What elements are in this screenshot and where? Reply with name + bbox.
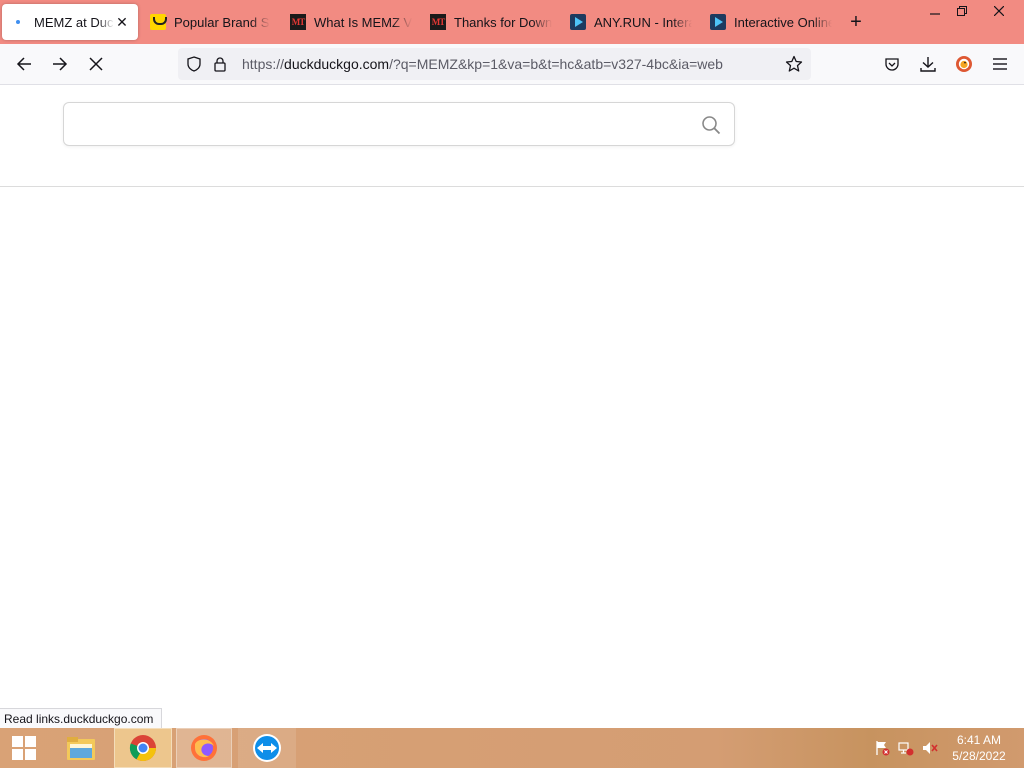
- tab-memz-duckduckgo[interactable]: MEMZ at DuckDuckGo ✕: [2, 4, 138, 40]
- taskbar-clock[interactable]: 6:41 AM 5/28/2022: [944, 732, 1014, 764]
- url-scheme: https://: [242, 56, 285, 72]
- teamviewer-icon: [253, 734, 281, 762]
- anyrun-favicon-icon: [570, 14, 586, 30]
- downloads-button[interactable]: [914, 50, 942, 78]
- forward-arrow-icon: [53, 57, 68, 71]
- tray-volume[interactable]: [920, 728, 940, 768]
- bookmark-star-icon[interactable]: [785, 55, 803, 73]
- tray-network[interactable]: [896, 728, 916, 768]
- pocket-button[interactable]: [878, 50, 906, 78]
- start-button[interactable]: [0, 728, 48, 768]
- url-path: /?q=MEMZ&kp=1&va=b&t=hc&atb=v327-4bc&ia=…: [389, 56, 723, 72]
- restore-button[interactable]: [945, 0, 979, 22]
- taskbar-chrome[interactable]: [114, 728, 172, 768]
- header-divider: [0, 186, 1024, 187]
- taskbar-firefox[interactable]: [176, 728, 232, 768]
- status-bar: Read links.duckduckgo.com: [0, 708, 163, 728]
- search-input[interactable]: [76, 111, 676, 139]
- taskbar-teamviewer[interactable]: [238, 728, 296, 768]
- search-icon: [702, 116, 721, 135]
- lock-icon[interactable]: [212, 56, 228, 72]
- loading-dot-icon: [10, 14, 26, 30]
- anyrun-favicon-icon: [710, 14, 726, 30]
- back-arrow-icon: [16, 57, 31, 71]
- windows-taskbar: 6:41 AM 5/28/2022: [0, 728, 1024, 768]
- tab-label: ANY.RUN - Interactive: [594, 14, 692, 30]
- chrome-icon: [129, 735, 157, 762]
- stop-loading-button[interactable]: [82, 50, 110, 78]
- download-arrow-icon: [920, 57, 936, 72]
- firefox-icon: [191, 735, 217, 761]
- shield-icon[interactable]: [186, 56, 202, 72]
- close-tab-icon[interactable]: ✕: [114, 14, 130, 30]
- flag-warning-icon: [876, 741, 890, 756]
- tab-what-is-memz[interactable]: MT What Is MEMZ Virus: [282, 4, 412, 40]
- hamburger-menu-icon: [993, 58, 1007, 70]
- search-button[interactable]: [700, 114, 722, 136]
- page-content: [0, 85, 1024, 728]
- tab-label: What Is MEMZ Virus: [314, 14, 412, 30]
- clock-time: 6:41 AM: [956, 733, 1002, 747]
- navigation-toolbar: https://duckduckgo.com/?q=MEMZ&kp=1&va=b…: [0, 44, 1024, 85]
- pocket-icon: [885, 58, 899, 71]
- close-window-button[interactable]: [982, 0, 1016, 22]
- tab-strip: MEMZ at DuckDuckGo ✕ Popular Brand Store…: [0, 0, 1024, 44]
- tab-label: Interactive Online: [734, 14, 832, 30]
- mt-favicon-icon: MT: [430, 14, 446, 30]
- search-form: [63, 102, 735, 146]
- duckduckgo-logo-icon: [956, 56, 972, 72]
- network-icon: [898, 742, 914, 756]
- tab-label: Popular Brand Stores: [174, 14, 270, 30]
- taskbar-file-explorer[interactable]: [56, 728, 106, 768]
- stop-x-icon: [89, 57, 103, 71]
- mt-favicon-icon: MT: [290, 14, 306, 30]
- windows-logo-icon: [12, 736, 36, 760]
- clock-date: 5/28/2022: [952, 749, 1006, 763]
- duckduckgo-extension-button[interactable]: [950, 50, 978, 78]
- new-tab-button[interactable]: +: [846, 12, 866, 32]
- tab-label: MEMZ at DuckDuckGo: [34, 14, 114, 30]
- smiley-favicon-icon: [150, 14, 167, 30]
- tab-interactive-online[interactable]: Interactive Online: [702, 4, 832, 40]
- back-button[interactable]: [10, 50, 38, 78]
- tab-popular-brand-stores[interactable]: Popular Brand Stores: [142, 4, 270, 40]
- app-menu-button[interactable]: [986, 50, 1014, 78]
- address-bar[interactable]: https://duckduckgo.com/?q=MEMZ&kp=1&va=b…: [178, 48, 811, 80]
- tab-label: Thanks for Downloading: [454, 14, 552, 30]
- url-host: duckduckgo.com: [284, 56, 390, 72]
- volume-muted-icon: [923, 742, 938, 754]
- tab-thanks-for-downloading[interactable]: MT Thanks for Downloading: [422, 4, 552, 40]
- folder-icon: [67, 737, 95, 760]
- forward-button[interactable]: [46, 50, 74, 78]
- url-text[interactable]: https://duckduckgo.com/?q=MEMZ&kp=1&va=b…: [242, 56, 723, 72]
- tray-action-center-flag[interactable]: [872, 728, 892, 768]
- tab-anyrun[interactable]: ANY.RUN - Interactive: [562, 4, 692, 40]
